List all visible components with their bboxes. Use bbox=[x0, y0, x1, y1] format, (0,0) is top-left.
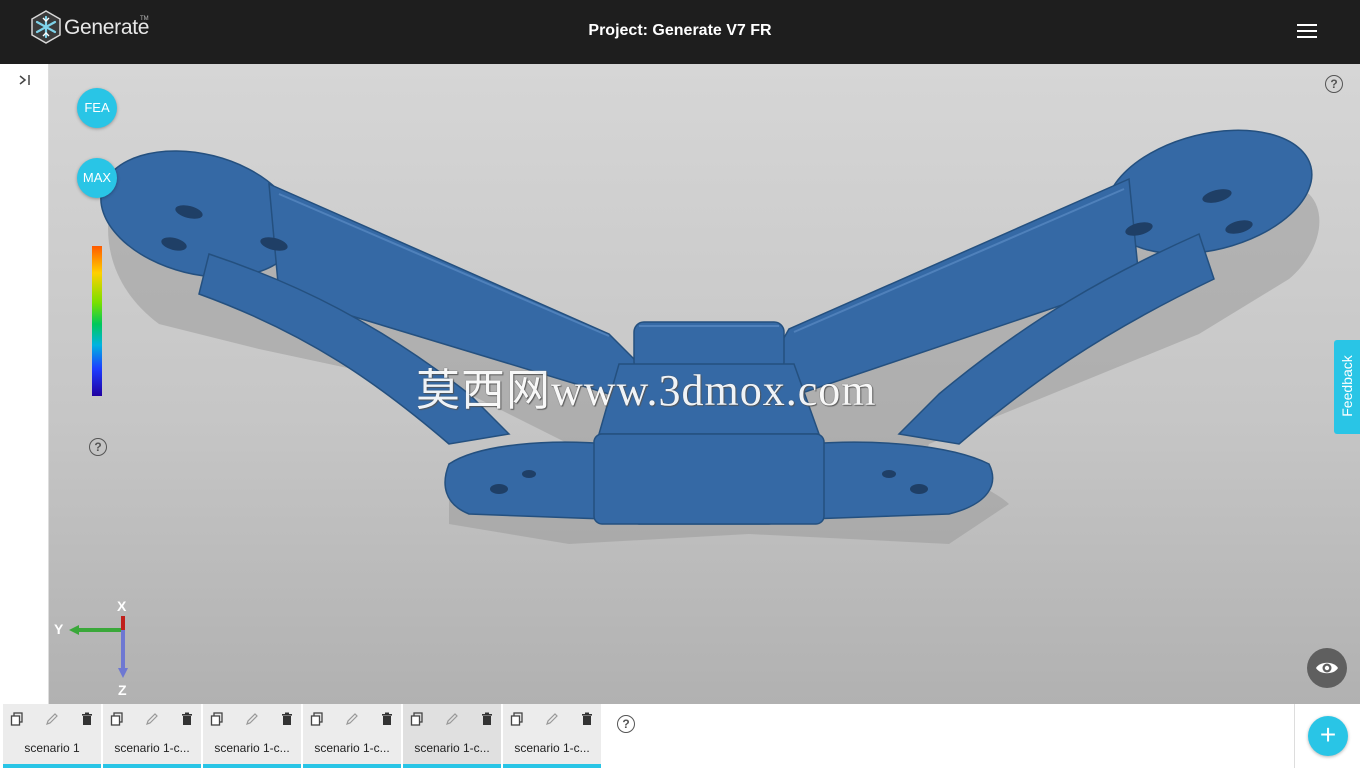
tab-underline bbox=[103, 764, 201, 768]
copy-icon[interactable] bbox=[10, 712, 24, 726]
divider bbox=[1294, 704, 1295, 768]
scenario-label: scenario 1 bbox=[24, 741, 80, 755]
scenario-label: scenario 1-c... bbox=[314, 741, 390, 755]
top-bar: Generate TM Project: Generate V7 FR bbox=[0, 0, 1360, 64]
delete-icon[interactable] bbox=[480, 712, 494, 726]
scenario-help-icon[interactable]: ? bbox=[617, 715, 635, 733]
project-title: Project: Generate V7 FR bbox=[588, 22, 772, 39]
delete-icon[interactable] bbox=[180, 712, 194, 726]
color-scale-legend bbox=[92, 246, 102, 396]
scenario-label: scenario 1-c... bbox=[114, 741, 190, 755]
scenario-label: scenario 1-c... bbox=[214, 741, 290, 755]
tab-underline bbox=[3, 764, 101, 768]
delete-icon[interactable] bbox=[380, 712, 394, 726]
menu-bar-icon bbox=[1297, 36, 1317, 38]
feedback-label: Feedback bbox=[1339, 355, 1355, 417]
scenario-bar: scenario 1 scenario 1-c... scenario 1-c...… bbox=[0, 704, 1360, 768]
scenario-tab[interactable]: scenario 1-c... bbox=[103, 704, 201, 768]
visibility-toggle-button[interactable] bbox=[1307, 648, 1347, 688]
edit-icon[interactable] bbox=[45, 712, 59, 726]
copy-icon[interactable] bbox=[410, 712, 424, 726]
scenario-label: scenario 1-c... bbox=[514, 741, 590, 755]
edit-icon[interactable] bbox=[445, 712, 459, 726]
max-button[interactable]: MAX bbox=[77, 158, 117, 198]
copy-icon[interactable] bbox=[510, 712, 524, 726]
edit-icon[interactable] bbox=[245, 712, 259, 726]
edit-icon[interactable] bbox=[345, 712, 359, 726]
edit-icon[interactable] bbox=[545, 712, 559, 726]
legend-help-icon[interactable]: ? bbox=[89, 438, 107, 456]
watermark-text: 莫西网www.3dmox.com bbox=[416, 366, 877, 415]
feedback-tab[interactable]: Feedback bbox=[1334, 340, 1360, 434]
delete-icon[interactable] bbox=[580, 712, 594, 726]
scenario-tab[interactable]: scenario 1-c... bbox=[403, 704, 501, 768]
copy-icon[interactable] bbox=[310, 712, 324, 726]
axis-y-label: Y bbox=[54, 621, 64, 637]
add-scenario-button[interactable]: + bbox=[1308, 716, 1348, 756]
axis-triad-icon bbox=[69, 616, 128, 678]
axis-x-label: X bbox=[117, 598, 127, 614]
tab-underline bbox=[503, 764, 601, 768]
tab-underline bbox=[403, 764, 501, 768]
delete-icon[interactable] bbox=[80, 712, 94, 726]
scenario-tab[interactable]: scenario 1-c... bbox=[503, 704, 601, 768]
delete-icon[interactable] bbox=[280, 712, 294, 726]
scenario-label: scenario 1-c... bbox=[414, 741, 490, 755]
menu-bar-icon bbox=[1297, 30, 1317, 32]
copy-icon[interactable] bbox=[110, 712, 124, 726]
axis-z-label: Z bbox=[118, 682, 127, 698]
menu-bar-icon bbox=[1297, 24, 1317, 26]
scenario-tab[interactable]: scenario 1-c... bbox=[203, 704, 301, 768]
copy-icon[interactable] bbox=[210, 712, 224, 726]
viewport-help-icon[interactable]: ? bbox=[1325, 75, 1343, 93]
left-sidebar bbox=[0, 64, 49, 704]
3d-viewport[interactable]: FEA MAX ? ? 莫西网www.3dmox.com X Y Z bbox=[49, 64, 1360, 704]
scenario-tab[interactable]: scenario 1 bbox=[3, 704, 101, 768]
tab-underline bbox=[303, 764, 401, 768]
scenario-tab[interactable]: scenario 1-c... bbox=[303, 704, 401, 768]
fea-button[interactable]: FEA bbox=[77, 88, 117, 128]
tab-underline bbox=[203, 764, 301, 768]
eye-icon bbox=[1316, 662, 1338, 674]
expand-panel-icon[interactable] bbox=[18, 74, 32, 86]
edit-icon[interactable] bbox=[145, 712, 159, 726]
hamburger-menu-button[interactable] bbox=[1297, 24, 1317, 40]
